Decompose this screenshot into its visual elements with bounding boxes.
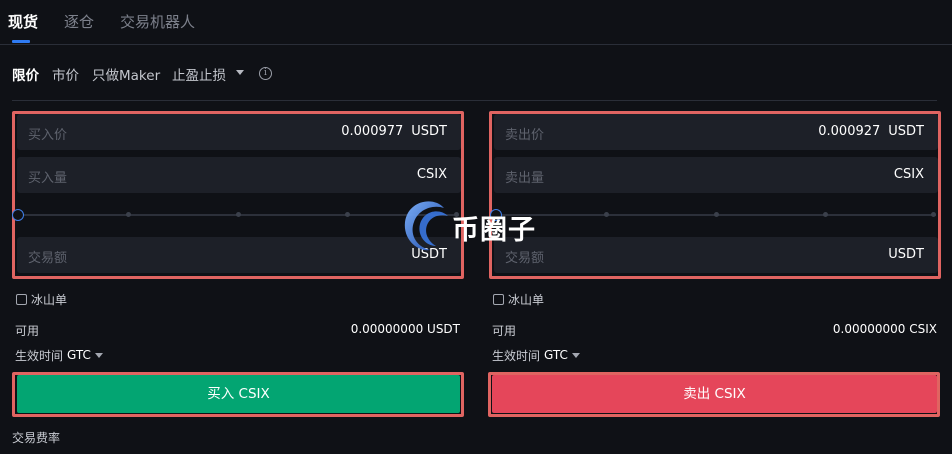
sell-amount-label: 卖出量 <box>505 171 545 186</box>
buy-amount-field[interactable]: 买入量 CSIX <box>17 157 461 193</box>
buy-total-label: 交易额 <box>28 251 68 266</box>
slider-step-75[interactable] <box>823 212 828 217</box>
info-icon[interactable]: i <box>259 67 272 80</box>
buy-tif-select[interactable]: GTC <box>67 348 91 362</box>
trading-fee-link[interactable]: 交易费率 <box>12 429 60 446</box>
slider-step-75[interactable] <box>345 212 350 217</box>
buy-amount-label: 买入量 <box>28 171 68 186</box>
sell-tif-select[interactable]: GTC <box>544 348 568 362</box>
buy-tif-label: 生效时间 <box>15 349 64 363</box>
watermark: 币圈子 <box>400 196 560 256</box>
active-tab-indicator <box>12 40 30 43</box>
sell-available-label: 可用 <box>492 324 517 338</box>
watermark-text: 币圈子 <box>452 215 536 246</box>
sell-price-unit: USDT <box>888 124 924 139</box>
sell-price-label: 卖出价 <box>505 128 545 143</box>
buy-price-value[interactable]: 0.000977 <box>341 124 403 139</box>
sell-iceberg-label[interactable]: 冰山单 <box>508 291 544 308</box>
slider-step-50[interactable] <box>714 212 719 217</box>
sell-tif-label: 生效时间 <box>492 349 541 363</box>
chevron-down-icon[interactable] <box>95 353 103 358</box>
slider-step-25[interactable] <box>604 212 609 217</box>
order-type-market[interactable]: 市价 <box>52 64 79 84</box>
chevron-down-icon[interactable] <box>236 70 244 75</box>
slider-handle[interactable] <box>12 209 24 221</box>
buy-total-field[interactable]: 交易额 USDT <box>17 237 461 273</box>
slider-step-100[interactable] <box>931 212 936 217</box>
sell-total-unit: USDT <box>888 247 924 262</box>
tab-trading-bot[interactable]: 交易机器人 <box>120 11 195 32</box>
divider <box>12 100 937 101</box>
buy-price-unit: USDT <box>411 124 447 139</box>
buy-iceberg-checkbox[interactable] <box>16 294 27 305</box>
slider-step-50[interactable] <box>236 212 241 217</box>
buy-iceberg-label[interactable]: 冰山单 <box>31 291 67 308</box>
sell-available-value: 0.00000000 CSIX <box>832 322 937 336</box>
sell-total-field[interactable]: 交易额 USDT <box>494 237 938 273</box>
tab-isolated-margin[interactable]: 逐仓 <box>64 11 94 32</box>
order-type-maker-only[interactable]: 只做Maker <box>92 64 160 84</box>
buy-price-label: 买入价 <box>28 128 68 143</box>
buy-available-label: 可用 <box>15 324 40 338</box>
buy-amount-unit: CSIX <box>416 167 447 182</box>
logo-swirl-icon <box>404 201 448 251</box>
trade-mode-tabs: 现货 逐仓 交易机器人 <box>0 0 952 45</box>
trade-panel: 现货 逐仓 交易机器人 限价 市价 只做Maker 止盈止损 i 买入价 0.0… <box>0 0 952 454</box>
sell-price-value[interactable]: 0.000927 <box>818 124 880 139</box>
slider-step-25[interactable] <box>126 212 131 217</box>
buy-button[interactable]: 买入 CSIX <box>17 375 460 413</box>
sell-iceberg-checkbox[interactable] <box>493 294 504 305</box>
sell-amount-field[interactable]: 卖出量 CSIX <box>494 157 938 193</box>
buy-available-value: 0.00000000 USDT <box>350 322 460 336</box>
tab-spot[interactable]: 现货 <box>8 11 38 32</box>
buy-price-field[interactable]: 买入价 0.000977 USDT <box>17 114 461 150</box>
chevron-down-icon[interactable] <box>572 353 580 358</box>
sell-amount-unit: CSIX <box>893 167 924 182</box>
sell-button[interactable]: 卖出 CSIX <box>492 375 937 413</box>
order-type-limit[interactable]: 限价 <box>12 64 39 84</box>
sell-price-field[interactable]: 卖出价 0.000927 USDT <box>494 114 938 150</box>
order-type-tp-sl[interactable]: 止盈止损 <box>172 64 226 84</box>
